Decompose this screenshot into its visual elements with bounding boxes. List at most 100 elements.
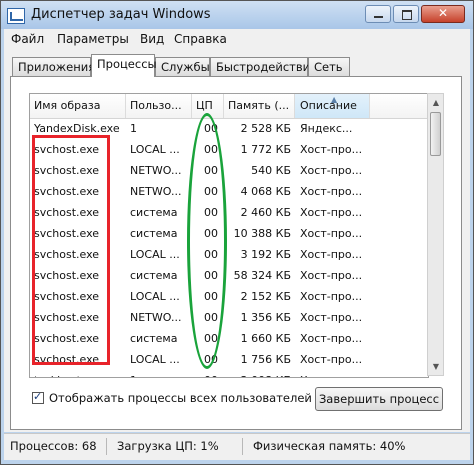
cell-user: LOCAL ... bbox=[130, 290, 180, 303]
cell-cpu: 00 bbox=[204, 269, 218, 282]
maximize-button[interactable] bbox=[393, 5, 419, 23]
column-user[interactable]: Пользо... bbox=[126, 94, 192, 118]
cell-memory: 2 152 КБ bbox=[240, 290, 291, 303]
table-row[interactable]: svchost.exe NETWO... 00 540 КБ Хост-про... bbox=[30, 160, 428, 181]
cell-description: Хост-про... bbox=[300, 248, 363, 261]
table-row[interactable]: YandexDisk.exe 1 00 2 528 КБ Яндекс... bbox=[30, 118, 428, 139]
cell-description: Хост-про... bbox=[300, 206, 363, 219]
cell-image: svchost.exe bbox=[34, 311, 100, 324]
cell-user: NETWO... bbox=[130, 185, 182, 198]
minimize-button[interactable] bbox=[365, 5, 391, 23]
cell-image: svchost.exe bbox=[34, 269, 100, 282]
cell-user: система bbox=[130, 206, 178, 219]
table-row[interactable]: svchost.exe NETWO... 00 4 068 КБ Хост-про... bbox=[30, 181, 428, 202]
cell-user: LOCAL ... bbox=[130, 353, 180, 366]
tab-network[interactable]: Сеть bbox=[308, 57, 350, 76]
scroll-up-icon[interactable]: ▲ bbox=[429, 95, 443, 110]
scroll-down-icon[interactable]: ▼ bbox=[429, 359, 443, 374]
cell-image: YandexDisk.exe bbox=[34, 122, 120, 135]
cell-image: svchost.exe bbox=[34, 332, 100, 345]
status-memory: Физическая память: 40% bbox=[253, 439, 406, 453]
cell-image: svchost.exe bbox=[34, 290, 100, 303]
cell-cpu: 00 bbox=[204, 248, 218, 261]
menu-help[interactable]: Справка bbox=[174, 32, 227, 46]
status-divider bbox=[242, 438, 243, 455]
cell-description: Хост-про... bbox=[300, 311, 363, 324]
menu-view[interactable]: Вид bbox=[140, 32, 164, 46]
cell-memory: 1 660 КБ bbox=[240, 332, 291, 345]
cell-user: система bbox=[130, 332, 178, 345]
cell-memory: 2 528 КБ bbox=[240, 122, 291, 135]
window-title: Диспетчер задач Windows bbox=[31, 7, 211, 22]
cell-image: taskhost.exe bbox=[34, 370, 126, 377]
column-memory[interactable]: Память (... bbox=[224, 94, 295, 118]
cell-user: система bbox=[130, 227, 178, 240]
menu-file[interactable]: Файл bbox=[11, 32, 44, 46]
column-image-name[interactable]: Имя образа bbox=[30, 94, 126, 118]
cell-memory: 1 772 КБ bbox=[240, 143, 291, 156]
tab-applications[interactable]: Приложения bbox=[12, 57, 95, 76]
cell-description: Хост-про... bbox=[300, 185, 363, 198]
cell-user: система bbox=[130, 269, 178, 282]
cell-cpu: 00 bbox=[204, 353, 218, 366]
scrollbar-thumb[interactable] bbox=[430, 112, 441, 156]
cell-description: Хост-про... bbox=[300, 164, 363, 177]
cell-cpu: 00 bbox=[204, 227, 218, 240]
cell-image: svchost.exe bbox=[34, 248, 100, 261]
vertical-scrollbar[interactable]: ▲ ▼ bbox=[427, 93, 444, 376]
tab-services[interactable]: Службы bbox=[155, 57, 210, 76]
menu-bar: Файл Параметры Вид Справка bbox=[4, 29, 470, 49]
sort-arrow-icon: ▲ bbox=[331, 95, 338, 104]
title-bar[interactable]: Диспетчер задач Windows bbox=[1, 1, 473, 29]
cell-description: Хост-про... bbox=[300, 370, 370, 377]
cell-description: Хост-про... bbox=[300, 290, 363, 303]
cell-image: svchost.exe bbox=[34, 143, 100, 156]
table-row[interactable]: svchost.exe NETWO... 00 1 356 КБ Хост-про... bbox=[30, 307, 428, 328]
table-row[interactable]: svchost.exe система 00 10 388 КБ Хост-про... bbox=[30, 223, 428, 244]
cell-description: Хост-про... bbox=[300, 227, 363, 240]
cell-memory: 1 356 КБ bbox=[240, 311, 291, 324]
cell-image: svchost.exe bbox=[34, 206, 100, 219]
cell-memory: 3 192 КБ bbox=[240, 248, 291, 261]
tab-processes[interactable]: Процессы bbox=[91, 54, 157, 77]
status-cpu: Загрузка ЦП: 1% bbox=[117, 439, 219, 453]
show-all-users-checkbox[interactable] bbox=[32, 390, 44, 404]
cell-user: LOCAL ... bbox=[130, 143, 180, 156]
cell-user: NETWO... bbox=[130, 311, 182, 324]
cell-image: svchost.exe bbox=[34, 164, 100, 177]
column-description-label: Описание bbox=[300, 99, 357, 112]
show-all-users-label[interactable]: Отображать процессы всех пользователей bbox=[49, 391, 312, 405]
task-manager-icon bbox=[7, 8, 25, 24]
cell-cpu: 00 bbox=[192, 370, 218, 377]
cell-user: LOCAL ... bbox=[130, 248, 180, 261]
cell-memory: 1 756 КБ bbox=[240, 353, 291, 366]
menu-options[interactable]: Параметры bbox=[57, 32, 129, 46]
task-manager-window: Диспетчер задач Windows Файл Параметры В… bbox=[0, 0, 474, 465]
cell-image: svchost.exe bbox=[34, 353, 100, 366]
cell-cpu: 00 bbox=[204, 332, 218, 345]
cell-user: 1 bbox=[130, 122, 137, 135]
cell-image: svchost.exe bbox=[34, 185, 100, 198]
table-row[interactable]: svchost.exe система 00 2 460 КБ Хост-про... bbox=[30, 202, 428, 223]
process-list[interactable]: Имя образа Пользо... ЦП Память (... Опис… bbox=[29, 93, 429, 378]
end-process-button[interactable]: Завершить процесс bbox=[315, 387, 443, 411]
cell-cpu: 00 bbox=[204, 185, 218, 198]
table-row[interactable]: svchost.exe система 00 1 660 КБ Хост-про... bbox=[30, 328, 428, 349]
cell-memory: 2 460 КБ bbox=[240, 206, 291, 219]
table-row[interactable]: taskhost.exe 100 2 008 КБ Хост-про... bbox=[30, 370, 428, 377]
status-bar: Процессов: 68 Загрузка ЦП: 1% Физическая… bbox=[4, 433, 470, 460]
column-cpu[interactable]: ЦП bbox=[192, 94, 224, 118]
close-button[interactable] bbox=[421, 5, 465, 23]
cell-description: Яндекс... bbox=[300, 122, 353, 135]
table-row[interactable]: svchost.exe система 00 58 324 КБ Хост-про... bbox=[30, 265, 428, 286]
tab-performance[interactable]: Быстродействие bbox=[210, 57, 317, 76]
table-row[interactable]: svchost.exe LOCAL ... 00 2 152 КБ Хост-про..… bbox=[30, 286, 428, 307]
column-description[interactable]: Описание ▲ bbox=[295, 94, 370, 118]
column-header-row: Имя образа Пользо... ЦП Память (... Опис… bbox=[30, 94, 428, 119]
cell-memory: 540 КБ bbox=[251, 164, 291, 177]
cell-cpu: 00 bbox=[204, 143, 218, 156]
cell-image: svchost.exe bbox=[34, 227, 100, 240]
table-row[interactable]: svchost.exe LOCAL ... 00 3 192 КБ Хост-про..… bbox=[30, 244, 428, 265]
table-row[interactable]: svchost.exe LOCAL ... 00 1 772 КБ Хост-про..… bbox=[30, 139, 428, 160]
table-row[interactable]: svchost.exe LOCAL ... 00 1 756 КБ Хост-про..… bbox=[30, 349, 428, 370]
